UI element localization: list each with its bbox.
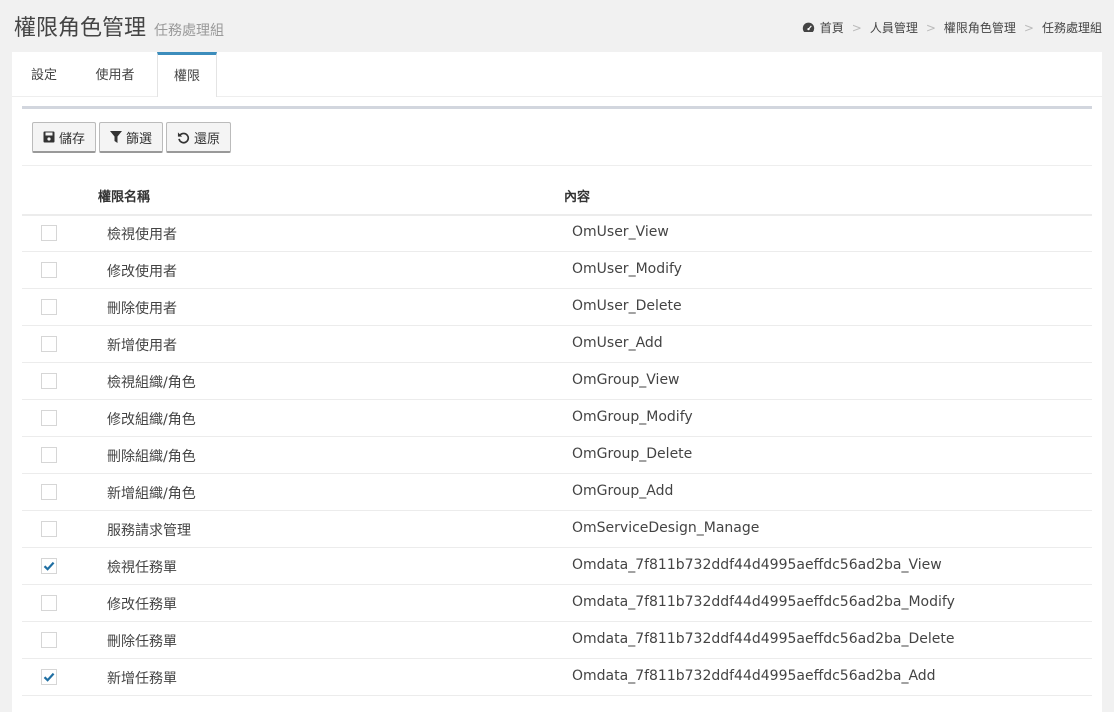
permission-name-cell: 檢視使用者 — [107, 227, 177, 243]
table-row: 刪除組織/角色 OmGroup_Delete — [22, 437, 1092, 474]
table-row: 修改組織/角色 OmGroup_Modify — [22, 400, 1092, 437]
row-checkbox[interactable] — [41, 373, 57, 389]
permission-name-cell: 服務請求管理 — [107, 523, 191, 539]
permission-name-cell: 檢視組織/角色 — [107, 375, 196, 391]
checkmark-icon — [43, 672, 55, 682]
table-row: 檢視使用者 OmUser_View — [22, 215, 1092, 252]
undo-icon — [177, 131, 190, 144]
row-checkbox[interactable] — [41, 521, 57, 537]
breadcrumb: 首頁 > 人員管理 > 權限角色管理 > 任務處理組 — [802, 19, 1102, 36]
table-row: 修改使用者 OmUser_Modify — [22, 252, 1092, 289]
tab-bar: 設定 使用者 權限 — [12, 52, 1102, 97]
breadcrumb-role-management[interactable]: 權限角色管理 — [944, 19, 1016, 36]
permission-name-cell: 刪除使用者 — [107, 301, 177, 317]
row-checkbox[interactable] — [41, 484, 57, 500]
reset-button-label: 還原 — [194, 131, 221, 147]
reset-button[interactable]: 還原 — [166, 122, 232, 153]
breadcrumb-separator: > — [1023, 20, 1034, 35]
breadcrumb-separator: > — [925, 20, 936, 35]
permission-content-cell: Omdata_7f811b732ddf44d4995aeffdc56ad2ba_… — [572, 631, 955, 647]
table-row: 檢視組織/角色 OmGroup_View — [22, 363, 1092, 400]
breadcrumb-home[interactable]: 首頁 — [820, 19, 844, 36]
permission-name-cell: 刪除任務單 — [107, 634, 177, 650]
permission-content-cell: OmUser_Modify — [572, 261, 682, 277]
permission-name-cell: 檢視任務單 — [107, 560, 177, 576]
row-checkbox[interactable] — [41, 336, 57, 352]
tab-settings[interactable]: 設定 — [28, 52, 60, 96]
filter-icon — [110, 131, 123, 143]
table-row: 刪除使用者 OmUser_Delete — [22, 289, 1092, 326]
permission-content-cell: OmGroup_Delete — [572, 446, 693, 462]
permission-name-cell: 新增組織/角色 — [107, 486, 196, 502]
permission-name-cell: 修改任務單 — [107, 597, 177, 613]
filter-button-label: 篩選 — [126, 131, 153, 147]
row-checkbox[interactable] — [41, 262, 57, 278]
row-checkbox[interactable] — [41, 225, 57, 241]
row-checkbox[interactable] — [41, 299, 57, 315]
permission-content-cell: OmGroup_View — [572, 372, 680, 388]
breadcrumb-personnel[interactable]: 人員管理 — [870, 19, 918, 36]
row-checkbox[interactable] — [41, 632, 57, 648]
permission-name-cell: 刪除組織/角色 — [107, 449, 196, 465]
permission-name-cell: 新增使用者 — [107, 338, 177, 354]
permission-content-cell: OmUser_View — [572, 224, 669, 240]
permission-table-body: 檢視使用者 OmUser_View 修改使用者 OmUser_Modify 刪除使用者 O… — [22, 215, 1092, 696]
permission-name-cell: 新增任務單 — [107, 671, 177, 687]
tab-users[interactable]: 使用者 — [92, 52, 138, 96]
dashboard-icon — [802, 22, 814, 32]
toolbar-divider — [22, 165, 1092, 166]
permission-content-cell: Omdata_7f811b732ddf44d4995aeffdc56ad2ba_… — [572, 594, 955, 610]
permission-content-cell: OmGroup_Add — [572, 483, 674, 499]
table-row: 新增使用者 OmUser_Add — [22, 326, 1092, 363]
permission-name-cell: 修改使用者 — [107, 264, 177, 280]
table-row: 刪除任務單 Omdata_7f811b732ddf44d4995aeffdc56a… — [22, 622, 1092, 659]
permission-content-cell: Omdata_7f811b732ddf44d4995aeffdc56ad2ba_… — [572, 668, 936, 684]
page-subtitle: 任務處理組 — [154, 23, 225, 39]
checkmark-icon — [43, 561, 55, 571]
row-checkbox[interactable] — [41, 669, 57, 685]
table-row: 檢視任務單 Omdata_7f811b732ddf44d4995aeffdc56a… — [22, 548, 1092, 585]
permission-content-cell: OmUser_Add — [572, 335, 663, 351]
permission-content-cell: OmGroup_Modify — [572, 409, 693, 425]
column-header-permission-name: 權限名稱 — [98, 190, 151, 205]
content-panel: 設定 使用者 權限 儲存 篩選 還原 權限名稱 內容 檢視使用者 OmUser_… — [12, 52, 1102, 712]
row-checkbox[interactable] — [41, 410, 57, 426]
toolbar: 儲存 篩選 還原 — [32, 122, 234, 155]
table-row: 服務請求管理 OmServiceDesign_Manage — [22, 511, 1092, 548]
row-checkbox[interactable] — [41, 447, 57, 463]
table-row: 修改任務單 Omdata_7f811b732ddf44d4995aeffdc56a… — [22, 585, 1092, 622]
tab-permissions[interactable]: 權限 — [157, 52, 217, 97]
table-row: 新增任務單 Omdata_7f811b732ddf44d4995aeffdc56a… — [22, 659, 1092, 696]
breadcrumb-current: 任務處理組 — [1041, 21, 1102, 35]
table-row: 新增組織/角色 OmGroup_Add — [22, 474, 1092, 511]
save-button-label: 儲存 — [59, 131, 86, 147]
save-button[interactable]: 儲存 — [32, 122, 97, 153]
page-title: 權限角色管理 任務處理組 — [14, 10, 224, 42]
permission-name-cell: 修改組織/角色 — [107, 412, 196, 428]
filter-button[interactable]: 篩選 — [99, 122, 164, 153]
breadcrumb-separator: > — [851, 20, 862, 35]
permission-content-cell: OmServiceDesign_Manage — [572, 520, 760, 536]
table-header: 權限名稱 內容 — [22, 176, 1092, 216]
tab-content-divider — [22, 106, 1092, 109]
page-title-text: 權限角色管理 — [14, 16, 147, 41]
row-checkbox[interactable] — [41, 595, 57, 611]
permission-content-cell: Omdata_7f811b732ddf44d4995aeffdc56ad2ba_… — [572, 557, 942, 573]
permission-content-cell: OmUser_Delete — [572, 298, 682, 314]
row-checkbox[interactable] — [41, 558, 57, 574]
column-header-content: 內容 — [564, 190, 591, 205]
save-icon — [43, 131, 55, 143]
